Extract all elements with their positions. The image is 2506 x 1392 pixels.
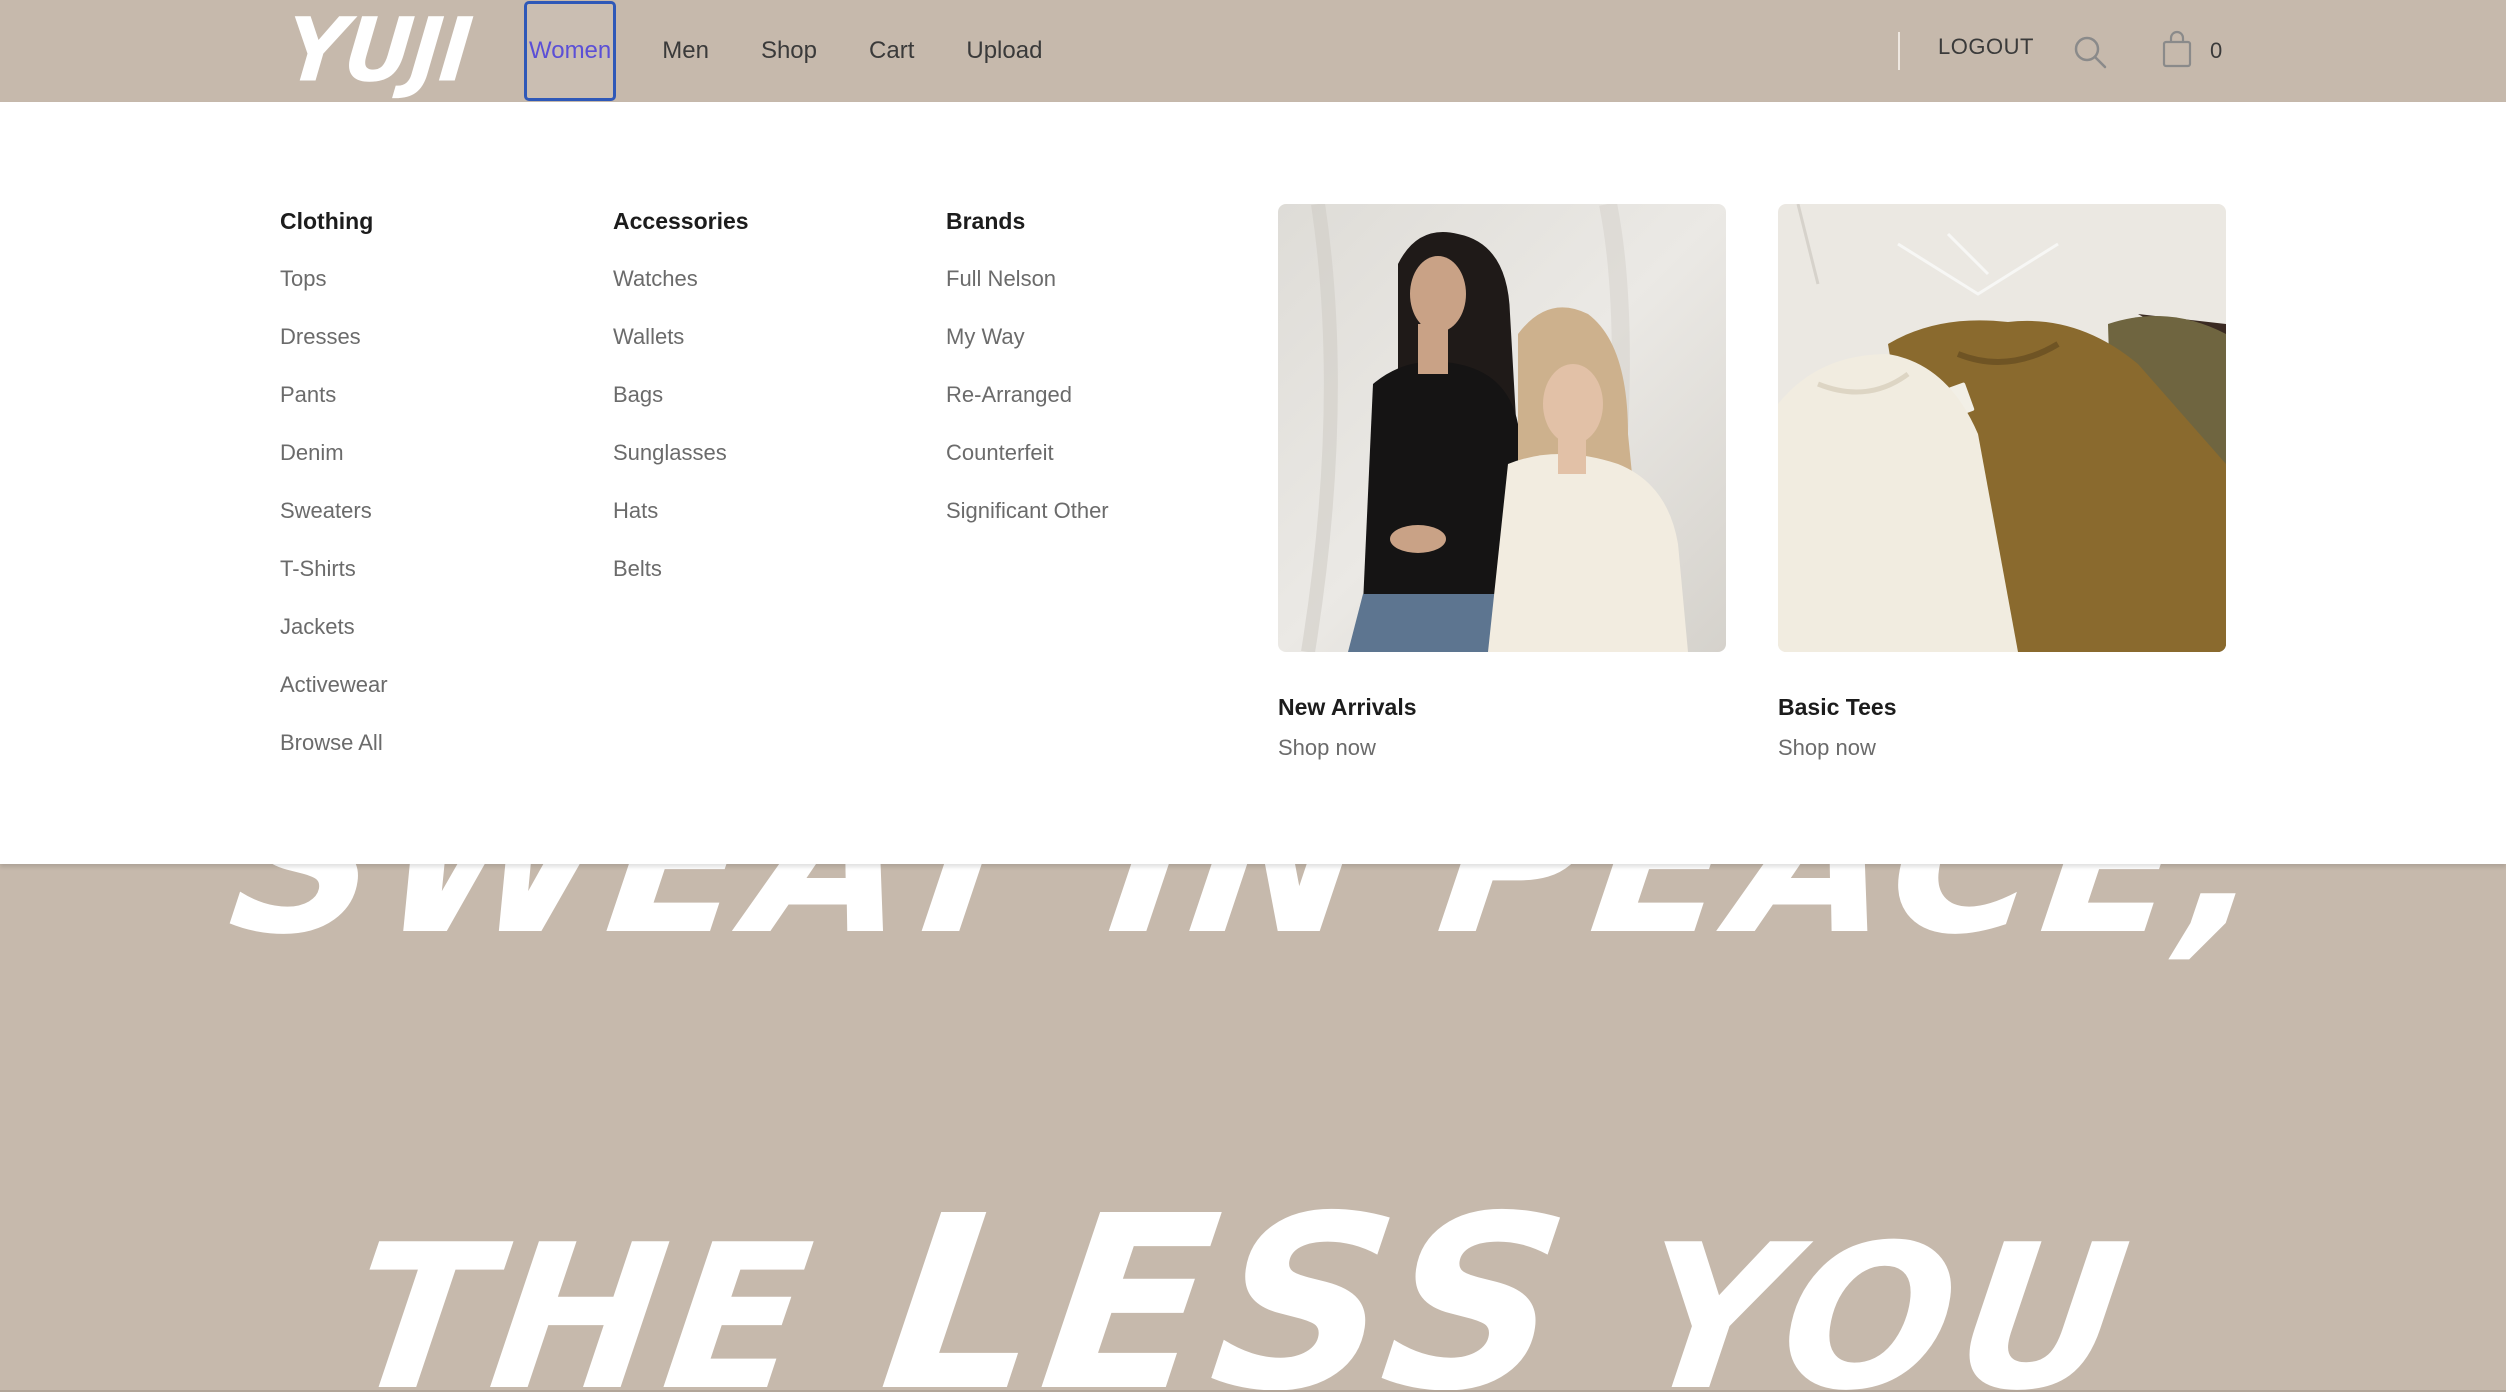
shopping-bag-icon[interactable] (2162, 30, 2192, 68)
hero-word-you: YOU (1548, 1202, 2146, 1392)
menu-link-re-arranged[interactable]: Re-Arranged (946, 366, 1109, 424)
nav-item-shop[interactable]: Shop (761, 37, 817, 65)
menu-link-tops[interactable]: Tops (280, 250, 388, 308)
menu-link-counterfeit[interactable]: Counterfeit (946, 424, 1109, 482)
menu-heading-clothing: Clothing (280, 208, 374, 234)
menu-link-full-nelson[interactable]: Full Nelson (946, 250, 1109, 308)
cart-count-badge: 0 (2210, 38, 2223, 63)
hero-headline-line-2: THE LESS YOU (0, 1164, 2506, 1392)
menu-link-denim[interactable]: Denim (280, 424, 388, 482)
basic-tees-image[interactable] (1778, 204, 2226, 652)
menu-link-my-way[interactable]: My Way (946, 308, 1109, 366)
menu-link-bags[interactable]: Bags (613, 366, 749, 424)
feature-basic-tees[interactable]: Basic Tees Shop now (1778, 204, 2226, 761)
feature-new-arrivals[interactable]: New Arrivals Shop now (1278, 204, 1726, 761)
menu-heading-accessories: Accessories (613, 208, 749, 234)
feature-title-new-arrivals: New Arrivals (1278, 694, 1417, 720)
menu-link-browse-all[interactable]: Browse All (280, 714, 388, 772)
menu-column-clothing: Clothing Tops Dresses Pants Denim Sweate… (280, 206, 388, 772)
feature-title-basic-tees: Basic Tees (1778, 694, 1897, 720)
menu-link-watches[interactable]: Watches (613, 250, 749, 308)
hero-word-the: THE (336, 1202, 904, 1392)
nav-item-women[interactable]: Women (524, 1, 617, 101)
menu-link-activewear[interactable]: Activewear (280, 656, 388, 714)
logout-link[interactable]: LOGOUT (1938, 34, 2034, 60)
hero-headline-line-1: SWEAT IN PEACE, (0, 864, 2506, 979)
nav-item-cart[interactable]: Cart (869, 37, 914, 65)
menu-link-sweaters[interactable]: Sweaters (280, 482, 388, 540)
menu-link-t-shirts[interactable]: T-Shirts (280, 540, 388, 598)
main-nav: Women Men Shop Cart Upload (524, 0, 1094, 102)
menu-link-belts[interactable]: Belts (613, 540, 749, 598)
women-mega-menu: Clothing Tops Dresses Pants Denim Sweate… (0, 102, 2506, 864)
shop-now-link[interactable]: Shop now (1278, 735, 1726, 761)
menu-heading-brands: Brands (946, 208, 1026, 234)
menu-link-sunglasses[interactable]: Sunglasses (613, 424, 749, 482)
menu-link-hats[interactable]: Hats (613, 482, 749, 540)
site-header: YUJI Women Men Shop Cart Upload LOGOUT 0 (0, 0, 2506, 102)
menu-link-pants[interactable]: Pants (280, 366, 388, 424)
menu-column-accessories: Accessories Watches Wallets Bags Sunglas… (613, 206, 749, 598)
yuji-logo[interactable]: YUJI (281, 0, 475, 101)
menu-link-jackets[interactable]: Jackets (280, 598, 388, 656)
header-divider (1898, 32, 1900, 70)
new-arrivals-image[interactable] (1278, 204, 1726, 652)
nav-item-men[interactable]: Men (662, 37, 709, 65)
shop-now-link[interactable]: Shop now (1778, 735, 2226, 761)
menu-link-dresses[interactable]: Dresses (280, 308, 388, 366)
hero-banner: SWEAT IN PEACE, THE LESS YOU (0, 864, 2506, 1392)
hero-word-less: LESS (869, 1164, 1587, 1392)
menu-link-significant-other[interactable]: Significant Other (946, 482, 1109, 540)
nav-item-upload[interactable]: Upload (966, 37, 1042, 65)
menu-column-brands: Brands Full Nelson My Way Re-Arranged Co… (946, 206, 1109, 540)
search-icon[interactable] (2072, 34, 2108, 70)
menu-link-wallets[interactable]: Wallets (613, 308, 749, 366)
